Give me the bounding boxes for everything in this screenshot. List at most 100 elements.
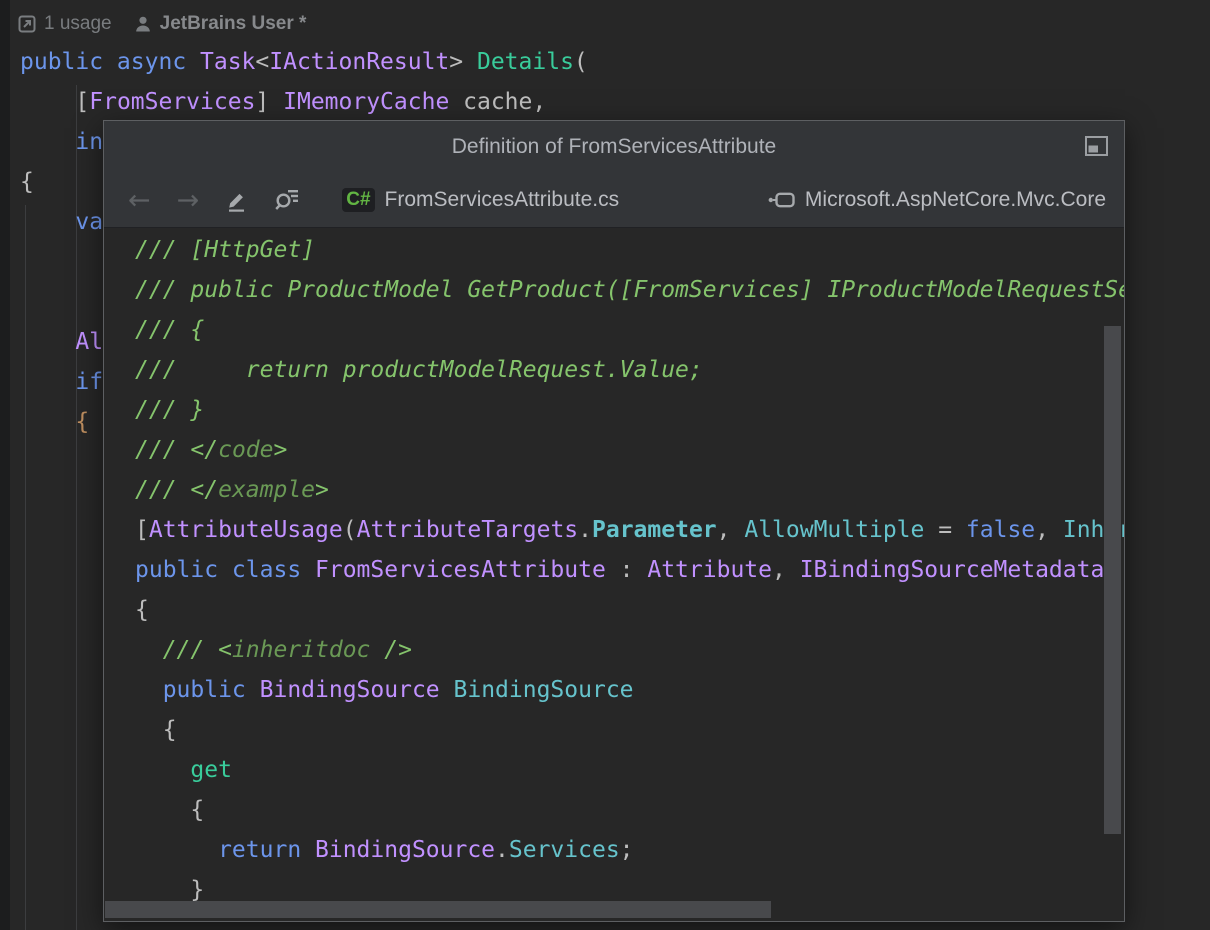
code-token: return [135, 837, 315, 863]
code-token: < [255, 49, 269, 75]
find-source-button[interactable] [274, 188, 300, 212]
code-line: { [135, 710, 1124, 750]
code-token: , [1035, 517, 1063, 543]
assembly-name: Microsoft.AspNetCore.Mvc.Core [805, 188, 1106, 212]
code-token: AttributeUsage [149, 517, 343, 543]
code-line: [AttributeUsage(AttributeTargets.Paramet… [135, 510, 1124, 550]
code-token: . [578, 517, 592, 543]
indent-guide [25, 205, 26, 930]
code-token: = [924, 517, 966, 543]
author-label: JetBrains User * [160, 13, 307, 35]
code-line: /// { [135, 310, 1124, 350]
code-token: , [772, 557, 800, 583]
popup-header: Definition of FromServicesAttribute [104, 121, 1124, 173]
code-token: Attribute [647, 557, 772, 583]
code-line: /// return productModelRequest.Value; [135, 350, 1124, 390]
code-token: Task [200, 49, 255, 75]
code-line: [FromServices] IMemoryCache cache, [20, 82, 546, 122]
code-line: get [135, 750, 1124, 790]
code-token: { [135, 797, 204, 823]
code-token: get [135, 757, 232, 783]
code-token: /// return productModelRequest.Value; [135, 357, 703, 383]
code-line: /// [HttpGet] [135, 230, 1124, 270]
code-token: Details [477, 49, 574, 75]
window-icon [1085, 138, 1108, 161]
code-line: { [135, 790, 1124, 830]
horizontal-scrollbar-thumb[interactable] [105, 901, 771, 918]
code-token: . [495, 837, 509, 863]
code-line: { [135, 590, 1124, 630]
code-token: /// { [135, 317, 204, 343]
code-token: /// public ProductModel GetProduct([From… [135, 277, 1124, 303]
code-line: if [20, 362, 103, 402]
code-token: ( [574, 49, 588, 75]
vertical-scrollbar-thumb[interactable] [1104, 326, 1121, 834]
user-icon [134, 15, 152, 33]
usage-count[interactable]: 1 usage [18, 13, 112, 35]
code-token: example [218, 477, 315, 503]
usages-icon [18, 15, 36, 33]
author-annotation[interactable]: JetBrains User * [134, 13, 307, 35]
pencil-icon [225, 194, 248, 217]
code-token: /> [370, 637, 412, 663]
popup-code: /// [HttpGet] /// public ProductModel Get… [104, 227, 1124, 921]
edit-source-button[interactable] [225, 189, 248, 212]
code-line: return BindingSource.Services; [135, 830, 1124, 870]
code-token: [ [20, 89, 89, 115]
code-token: va [20, 209, 103, 235]
code-token: AttributeTargets [357, 517, 579, 543]
open-in-window-button[interactable] [1085, 136, 1108, 156]
code-token: if [20, 369, 103, 395]
code-line: va [20, 202, 103, 242]
code-token: /// < [135, 637, 232, 663]
code-line: in [20, 122, 103, 162]
editor-left-edge [0, 0, 10, 930]
code-token: { [20, 409, 89, 435]
code-token: IBindingSourceMetadata [800, 557, 1105, 583]
code-token: code [218, 437, 273, 463]
code-token: ] [255, 89, 283, 115]
code-line: /// public ProductModel GetProduct([From… [135, 270, 1124, 310]
code-token: cache, [449, 89, 546, 115]
code-line: /// </example> [135, 470, 1124, 510]
popup-toolbar: ← → C# FromServicesAttribute.cs Microsof… [104, 173, 1124, 228]
code-token: IActionResult [269, 49, 449, 75]
code-token: /// } [135, 397, 204, 423]
forward-button[interactable]: → [177, 187, 200, 214]
code-line: { [20, 402, 89, 442]
code-token: inheritdoc [232, 637, 370, 663]
code-line: /// } [135, 390, 1124, 430]
code-token [440, 677, 454, 703]
magnifier-document-icon [274, 194, 300, 217]
code-line: Al [20, 322, 103, 362]
code-token: Al [20, 329, 103, 355]
code-token: BindingSource [315, 837, 495, 863]
code-token: > [273, 437, 287, 463]
code-token: public class [135, 557, 315, 583]
code-token: false [966, 517, 1035, 543]
code-token: ( [343, 517, 357, 543]
code-token: public async [20, 49, 200, 75]
code-token: BindingSource [260, 677, 440, 703]
back-button[interactable]: ← [128, 187, 151, 214]
code-vision-row: 1 usage JetBrains User * [18, 11, 306, 37]
code-token: FromServices [89, 89, 255, 115]
file-reference: C# FromServicesAttribute.cs [342, 188, 619, 212]
code-token: : [606, 557, 648, 583]
code-token: [ [135, 517, 149, 543]
code-token: { [135, 597, 149, 623]
assembly-reference: Microsoft.AspNetCore.Mvc.Core [768, 188, 1106, 212]
code-token: > [449, 49, 477, 75]
code-line: { [20, 162, 34, 202]
file-name: FromServicesAttribute.cs [385, 188, 620, 212]
code-token: { [20, 169, 34, 195]
code-token: IMemoryCache [283, 89, 449, 115]
code-token: Parameter [592, 517, 717, 543]
popup-title: Definition of FromServicesAttribute [452, 135, 776, 159]
code-token: , [717, 517, 745, 543]
code-token: ; [620, 837, 634, 863]
code-line: public async Task<IActionResult> Details… [20, 42, 588, 82]
code-line: /// <inheritdoc /> [135, 630, 1124, 670]
code-token: in [20, 129, 103, 155]
code-token: /// [HttpGet] [135, 237, 315, 263]
